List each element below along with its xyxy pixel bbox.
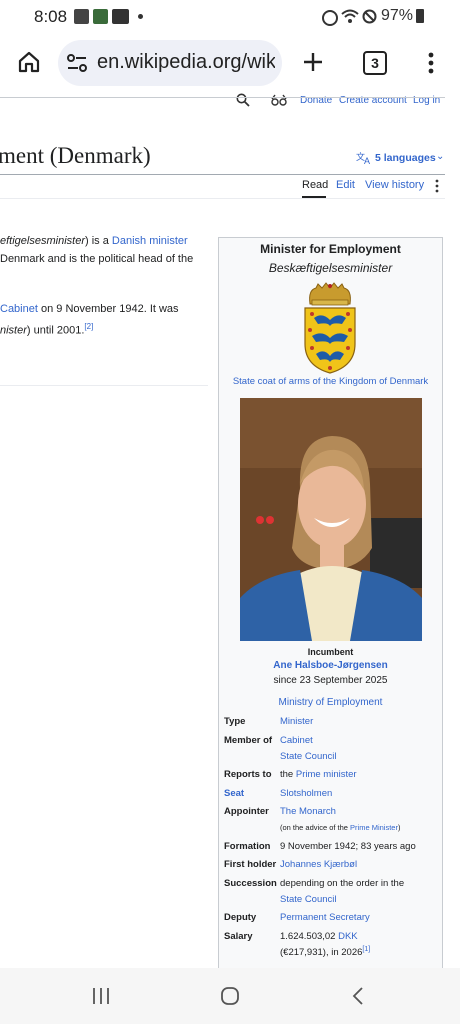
seat-label-link[interactable]: Seat	[224, 788, 244, 799]
photos-notification-icon	[93, 9, 108, 24]
salary-value-eur: (€217,931), in 2026[1]	[280, 946, 371, 959]
home-icon[interactable]	[17, 50, 41, 74]
recent-apps-icon[interactable]	[91, 986, 111, 1006]
alarm-icon	[322, 10, 338, 26]
incumbent-label: Incumbent	[307, 647, 354, 657]
language-icon[interactable]: 文 A	[356, 151, 372, 165]
status-time: 8:08	[34, 7, 68, 26]
more-options-icon[interactable]	[426, 51, 436, 75]
type-label: Type	[224, 716, 246, 727]
type-value-link[interactable]: Minister	[280, 716, 313, 727]
appointer-note: (on the advice of the Prime Minister)	[280, 823, 401, 832]
cabinet-link[interactable]: Cabinet	[0, 303, 38, 315]
incumbent-since: since 23 September 2025	[273, 675, 388, 686]
first-holder-link[interactable]: Johannes Kjærbøl	[280, 859, 357, 870]
reading-preferences-icon[interactable]	[271, 94, 287, 107]
member-cabinet-link[interactable]: Cabinet	[280, 735, 313, 746]
appointer-prime-minister-link[interactable]: Prime Minister	[350, 823, 398, 832]
deputy-value-link[interactable]: Permanent Secretary	[280, 912, 370, 923]
back-icon[interactable]	[351, 986, 365, 1006]
prime-minister-link[interactable]: Prime minister	[296, 769, 357, 780]
formation-value: 9 November 1942; 83 years ago	[280, 841, 416, 852]
battery-percent: 97%	[381, 7, 414, 24]
tab-switcher-button[interactable]: 3	[363, 51, 387, 75]
succession-state-council-link[interactable]: State Council	[280, 894, 337, 905]
section-divider	[0, 385, 208, 386]
lead-line-3: Cabinet on 9 November 1942. It was	[0, 303, 179, 315]
gallery-notification-icon	[74, 9, 89, 24]
deputy-label: Deputy	[224, 912, 257, 923]
succession-value: depending on the order in the	[280, 878, 405, 889]
reports-to-value: the Prime minister	[280, 769, 357, 780]
battery-icon	[416, 9, 424, 23]
languages-button[interactable]: 5 languages	[375, 152, 436, 164]
reference-link[interactable]: [2]	[84, 322, 93, 331]
succession-label: Succession	[224, 878, 277, 889]
member-of-label: Member of	[224, 735, 273, 746]
coat-of-arms-icon[interactable]	[302, 282, 358, 374]
svg-text:A: A	[364, 156, 370, 165]
title-divider	[0, 174, 445, 175]
tabs-divider	[0, 198, 445, 199]
more-notifications-dot-icon	[138, 14, 143, 19]
tab-view-history[interactable]: View history	[365, 179, 424, 191]
new-tab-plus-icon[interactable]	[302, 51, 324, 73]
salary-value: 1.624.503,02 DKK	[280, 931, 358, 942]
lead-line-1: eftigelsesminister) is a Danish minister	[0, 235, 188, 247]
header-divider	[0, 97, 445, 98]
ministry-link[interactable]: Ministry of Employment	[218, 697, 443, 708]
reports-to-label: Reports to	[224, 769, 272, 780]
incumbent-photo[interactable]	[240, 398, 422, 641]
tab-read[interactable]: Read	[302, 179, 328, 191]
incumbent-name-link[interactable]: Ane Halsboe-Jørgensen	[218, 660, 443, 671]
danish-minister-link[interactable]: Danish minister	[112, 235, 188, 247]
infobox-title: Minister for Employment	[260, 242, 401, 256]
site-settings-icon[interactable]	[66, 53, 88, 73]
do-not-disturb-icon	[362, 9, 377, 24]
lead-line-4: nister) until 2001.[2]	[0, 322, 94, 337]
emblem-caption-link[interactable]: State coat of arms of the Kingdom of Den…	[218, 376, 443, 387]
appointer-label: Appointer	[224, 806, 269, 817]
appointer-value-link[interactable]: The Monarch	[280, 806, 336, 817]
page-tools-icon[interactable]	[434, 179, 440, 193]
lead-line-2: Denmark and is the political head of the	[0, 253, 194, 265]
url-text[interactable]: en.wikipedia.org/wik	[97, 51, 275, 74]
salary-reference-link[interactable]: [1]	[362, 946, 370, 953]
infobox-subtitle: Beskæftigelsesminister	[268, 261, 393, 275]
search-icon[interactable]	[236, 93, 250, 107]
wifi-icon	[341, 9, 359, 23]
salary-label: Salary	[224, 931, 253, 942]
seat-value-link[interactable]: Slotsholmen	[280, 788, 332, 799]
first-holder-label: First holder	[224, 859, 277, 870]
ebay-notification-icon	[112, 9, 129, 24]
member-state-council-link[interactable]: State Council	[280, 751, 337, 762]
home-nav-icon[interactable]	[220, 986, 240, 1006]
tab-edit[interactable]: Edit	[336, 179, 355, 191]
chevron-down-icon[interactable]: ⌄	[436, 151, 444, 162]
formation-label: Formation	[224, 841, 271, 852]
dkk-link[interactable]: DKK	[338, 931, 358, 942]
page-title: ment (Denmark)	[0, 143, 151, 168]
